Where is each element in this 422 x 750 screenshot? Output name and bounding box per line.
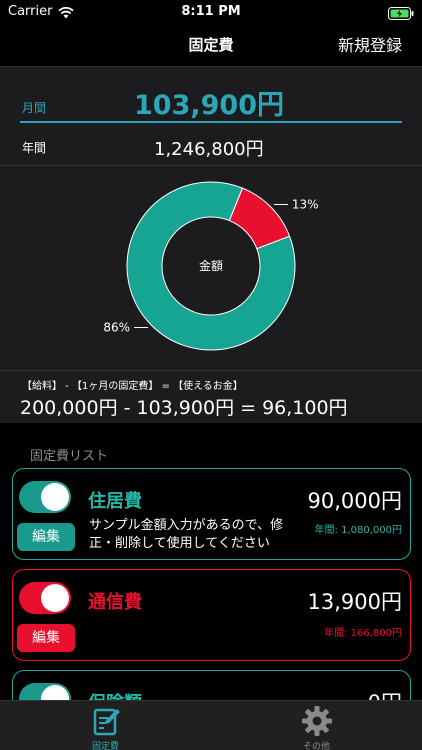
battery-icon — [388, 5, 414, 24]
item-note: サンプル金額入力があるので、修正・削除して使用してください — [89, 518, 284, 551]
enable-toggle[interactable] — [19, 582, 71, 614]
toggle-knob — [41, 584, 69, 612]
monthly-label: 月間 — [22, 101, 47, 115]
yearly-total: 1,246,800円 — [154, 139, 264, 160]
tab-fixed-cost[interactable]: 固定費 — [0, 701, 211, 750]
item-name: 住居費 — [88, 491, 142, 512]
navigation-bar: 固定費 新規登録 — [0, 24, 422, 66]
list-item: 通信費 13,900円 編集 年間: 166,800円 — [12, 569, 411, 661]
list-item: 保険類 0円 — [12, 670, 411, 700]
item-yearly: 年間: 166,800円 — [324, 628, 402, 639]
tab-other[interactable]: その他 — [211, 701, 422, 750]
summary-panel: 月間 103,900円 年間 1,246,800円 — [0, 66, 422, 166]
item-amount: 0円 — [368, 687, 402, 700]
formula-panel: 【給料】 - 【1ヶ月の固定費】 = 【使えるお金】 200,000円 - 10… — [0, 371, 422, 423]
divider — [20, 121, 402, 123]
slice-label: 13% — [292, 197, 319, 211]
tab-label: その他 — [302, 742, 330, 750]
yearly-label: 年間 — [22, 141, 47, 155]
formula-value: 200,000円 - 103,900円 = 96,100円 — [20, 397, 348, 419]
item-name: 通信費 — [88, 592, 142, 613]
tab-bar: 固定費 その他 — [0, 700, 422, 750]
tab-label: 固定費 — [91, 742, 119, 750]
gear-icon — [302, 706, 332, 736]
item-amount: 90,000円 — [307, 489, 402, 513]
clock: 8:11 PM — [181, 4, 241, 19]
edit-button[interactable]: 編集 — [17, 624, 75, 652]
enable-toggle[interactable] — [19, 683, 71, 700]
item-yearly: 年間: 1,080,000円 — [314, 525, 402, 536]
new-entry-button[interactable]: 新規登録 — [338, 32, 402, 56]
status-bar: Carrier 8:11 PM — [0, 0, 422, 24]
item-name: 保険類 — [88, 689, 142, 700]
edit-note-icon — [93, 708, 120, 736]
monthly-total: 103,900円 — [134, 90, 284, 121]
edit-button[interactable]: 編集 — [17, 523, 75, 551]
enable-toggle[interactable] — [19, 481, 71, 513]
donut-chart-svg: 13% 86% 金額 — [103, 181, 319, 351]
slice-label: 86% — [103, 321, 130, 335]
list-item: 住居費 90,000円 編集 サンプル金額入力があるので、修正・削除して使用して… — [12, 468, 411, 560]
fixed-cost-list: 固定費リスト 住居費 90,000円 編集 サンプル金額入力があるので、修正・削… — [0, 423, 422, 700]
donut-center-label: 金額 — [199, 258, 223, 273]
donut-chart: 13% 86% 金額 — [0, 167, 422, 371]
toggle-knob — [41, 483, 69, 511]
formula-legend: 【給料】 - 【1ヶ月の固定費】 = 【使えるお金】 — [22, 381, 243, 392]
toggle-knob — [41, 685, 69, 700]
list-title: 固定費リスト — [30, 449, 109, 464]
item-amount: 13,900円 — [307, 590, 402, 614]
